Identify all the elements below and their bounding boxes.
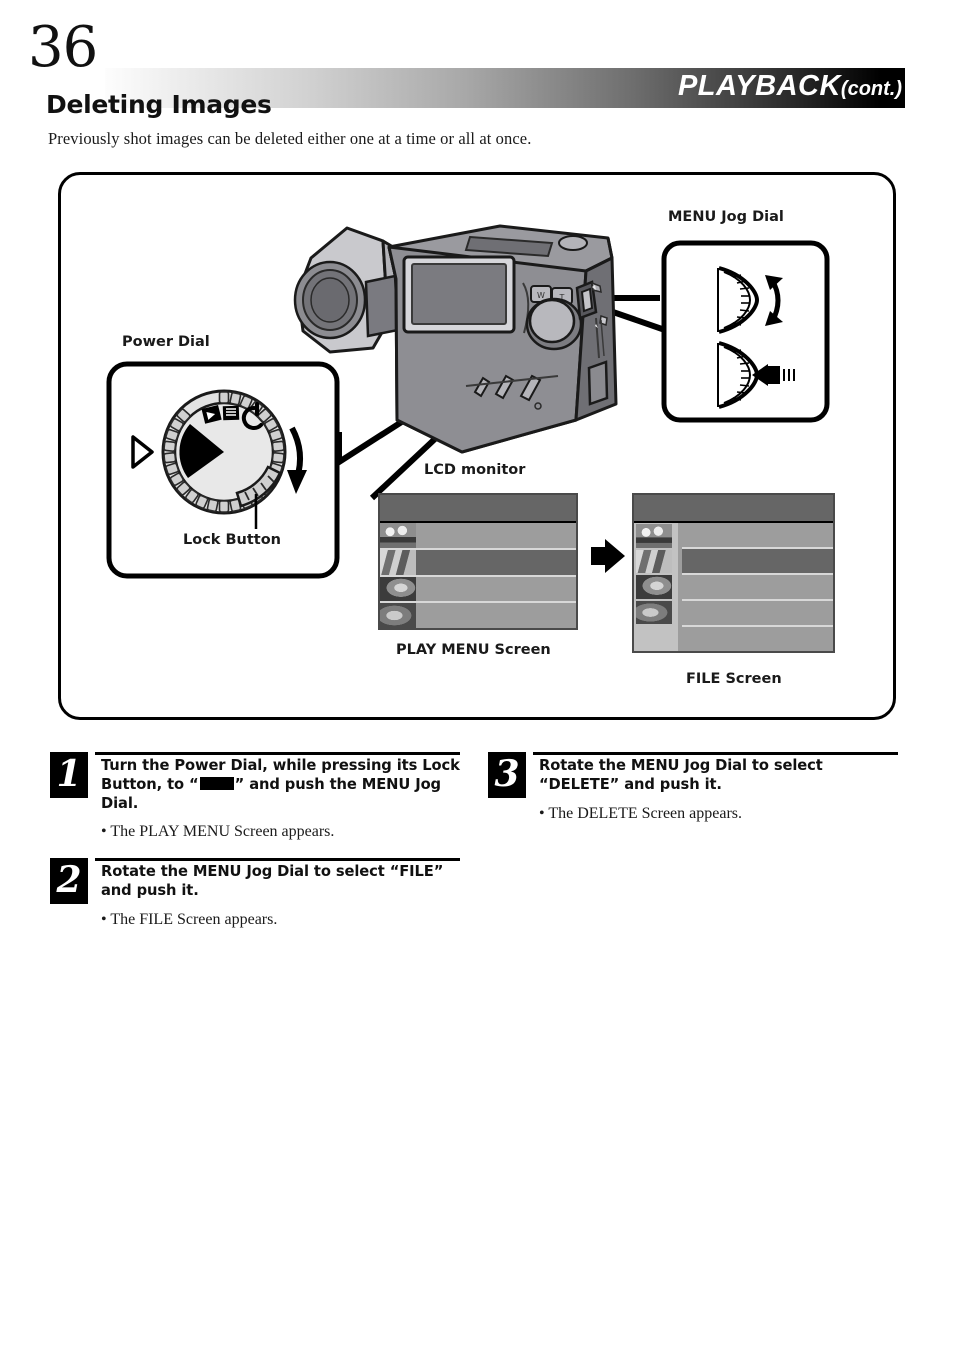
menu-thumbnail-icon	[380, 523, 416, 548]
screen-body	[634, 523, 833, 651]
step-rule	[95, 752, 460, 755]
screen-title-bar	[380, 495, 576, 523]
page-header: PLAYBACK(cont.)	[0, 28, 954, 108]
play-menu-screen	[378, 493, 578, 630]
step-note: • The PLAY MENU Screen appears.	[101, 823, 335, 841]
step-heading: Rotate the MENU Jog Dial to select “DELE…	[539, 757, 823, 793]
file-thumbnail-icon	[636, 549, 672, 574]
step-rule	[533, 752, 898, 755]
label-power-dial: Power Dial	[122, 334, 210, 350]
menu-thumbnail-icon	[380, 603, 416, 628]
screen-body	[380, 523, 576, 628]
header-title-cont: (cont.)	[840, 78, 902, 100]
step-note: • The DELETE Screen appears.	[539, 804, 742, 822]
playback-mode-block-icon	[199, 776, 234, 790]
thumbnail-column	[634, 523, 678, 651]
step-content: Turn the Power Dial, while pressing its …	[95, 752, 460, 842]
steps-column-left: 1 Turn the Power Dial, while pressing it…	[50, 752, 460, 934]
menu-row-label	[420, 523, 576, 548]
file-screen	[632, 493, 835, 653]
label-file-screen: FILE Screen	[686, 671, 782, 687]
section-intro-text: Previously shot images can be deleted ei…	[48, 129, 532, 148]
file-row-label	[682, 601, 833, 625]
steps-column-right: 3 Rotate the MENU Jog Dial to select “DE…	[488, 752, 898, 828]
page-number: 36	[28, 15, 98, 80]
menu-row[interactable]	[380, 576, 576, 604]
file-row-label	[682, 627, 833, 651]
step-number: 3	[488, 752, 526, 798]
file-thumbnail-icon	[636, 600, 672, 625]
step-heading: Turn the Power Dial, while pressing its …	[101, 757, 460, 813]
step-3: 3 Rotate the MENU Jog Dial to select “DE…	[488, 752, 898, 824]
file-row[interactable]	[682, 575, 833, 601]
screen-row-list	[682, 523, 833, 651]
label-lcd-monitor: LCD monitor	[424, 462, 526, 478]
header-title: PLAYBACK(cont.)	[678, 70, 902, 103]
menu-row[interactable]	[380, 603, 576, 628]
file-row[interactable]	[682, 523, 833, 549]
file-row[interactable]	[682, 601, 833, 627]
header-title-text: PLAYBACK	[677, 70, 841, 102]
file-row-label	[682, 575, 833, 599]
step-number: 1	[50, 752, 88, 798]
file-thumbnail-icon	[636, 524, 672, 548]
file-thumbnail-icon	[636, 575, 672, 599]
screen-row-list	[380, 523, 576, 628]
label-play-menu-screen: PLAY MENU Screen	[396, 642, 551, 658]
file-row[interactable]	[682, 627, 833, 651]
label-lock-button: Lock Button	[183, 532, 282, 548]
step-number: 2	[50, 858, 88, 905]
step-rule	[95, 858, 460, 862]
step-content: Rotate the MENU Jog Dial to select “FILE…	[95, 858, 460, 930]
step-heading: Rotate the MENU Jog Dial to select “FILE…	[101, 863, 444, 900]
step-1: 1 Turn the Power Dial, while pressing it…	[50, 752, 460, 842]
menu-row-label	[420, 603, 576, 628]
step-2: 2 Rotate the MENU Jog Dial to select “FI…	[50, 858, 460, 930]
menu-row-label	[420, 577, 576, 602]
file-row-label	[682, 549, 833, 573]
menu-row[interactable]	[380, 549, 576, 577]
section-title: Deleting Images	[46, 90, 272, 119]
screen-title-bar	[634, 495, 833, 523]
file-row-label	[682, 523, 833, 547]
step-content: Rotate the MENU Jog Dial to select “DELE…	[533, 752, 898, 824]
label-menu-jog-dial: MENU Jog Dial	[668, 209, 784, 225]
menu-row-label	[420, 550, 576, 575]
menu-thumbnail-icon	[380, 576, 416, 602]
step-note: • The FILE Screen appears.	[101, 911, 278, 929]
menu-row[interactable]	[380, 523, 576, 550]
file-row[interactable]	[682, 549, 833, 575]
file-thumbnail-icon	[636, 626, 672, 650]
menu-thumbnail-icon	[380, 549, 416, 575]
